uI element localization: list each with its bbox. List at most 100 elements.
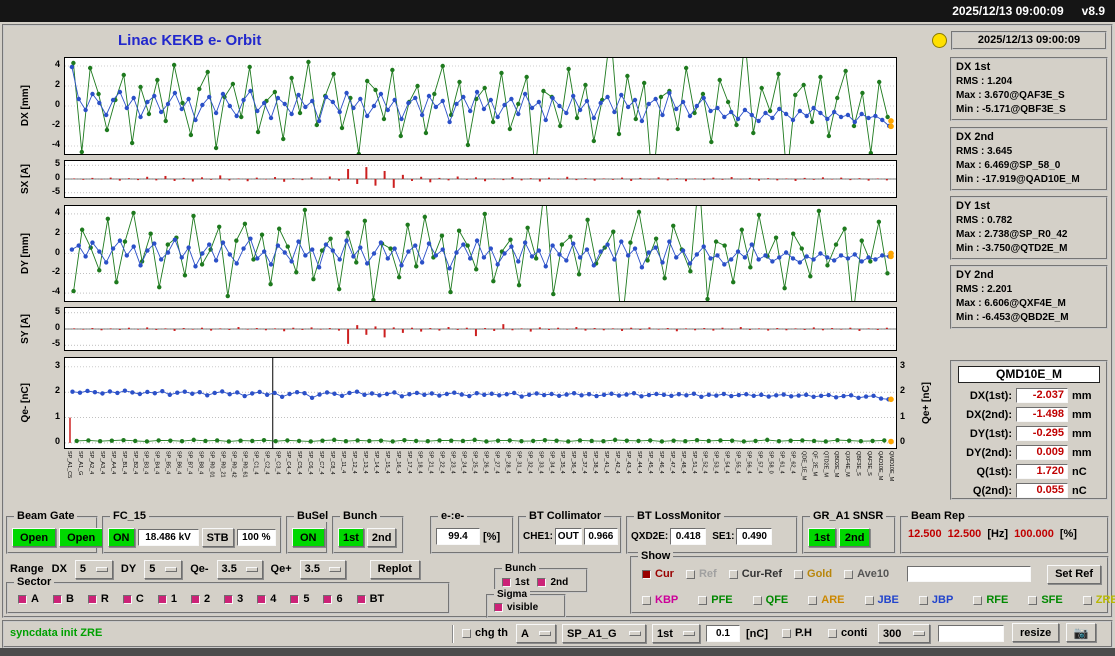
- sector-checkbox-r[interactable]: R: [87, 593, 109, 605]
- bt-collimator-title: BT Collimator: [526, 510, 605, 522]
- y-tick-label: -5: [51, 185, 60, 196]
- axis-label-sx: SX [A]: [12, 160, 38, 198]
- show-checkbox-cur-ref[interactable]: Cur-Ref: [728, 568, 782, 580]
- threshold-input[interactable]: 0.1: [706, 625, 740, 642]
- sector-checkbox-3[interactable]: 3: [224, 593, 243, 605]
- bpm-name-label: SP_R0_42: [230, 451, 237, 478]
- range-row: Range DX 5 DY 5 Qe- 3.5 Qe+ 3.5 Replot: [10, 558, 420, 580]
- sector-checkbox-bt[interactable]: BT: [356, 593, 384, 605]
- fc15-on-button[interactable]: ON: [108, 528, 135, 547]
- sector-checkbox-4[interactable]: 4: [257, 593, 276, 605]
- bunch-2nd-button[interactable]: 2nd: [366, 528, 397, 547]
- monitor-name[interactable]: QMD10E_M: [958, 366, 1100, 383]
- stat-line: Min : -5.171@QBF3E_S: [956, 104, 1066, 115]
- beam-gate-open-button-1[interactable]: Open: [12, 528, 57, 547]
- range-dx-select[interactable]: 5: [74, 559, 113, 579]
- fc15-group: FC_15 ON 18.486 kV STB 100 %: [102, 510, 282, 554]
- camera-button[interactable]: 📷: [1066, 623, 1096, 642]
- range-dy-label: DY: [120, 563, 137, 575]
- sector-checkbox-a[interactable]: A: [18, 593, 39, 605]
- chart-sy[interactable]: [64, 307, 897, 351]
- show-checkbox-qfe[interactable]: QFE: [752, 594, 788, 606]
- show-checkbox-ave10[interactable]: Ave10: [844, 568, 889, 580]
- bpm-name-label: QXF4E_M: [844, 451, 851, 477]
- axis-label-text: Qe+ [nC]: [920, 382, 932, 424]
- checkbox-square: [190, 594, 200, 604]
- stat-box-dy-2nd: DY 2nd RMS : 2.201 Max : 6.606@QXF4E_M Min …: [950, 265, 1108, 329]
- chg-th-label: chg th: [475, 627, 508, 639]
- ref-name-input[interactable]: [907, 566, 1032, 582]
- interval-select[interactable]: 300: [878, 624, 930, 643]
- y-tick-label: 5: [54, 305, 60, 316]
- stat-box-dx-1st: DX 1st RMS : 1.204 Max : 3.670@QAF3E_S Min …: [950, 57, 1108, 121]
- fc15-title: FC_15: [110, 510, 150, 522]
- bt-lossmonitor-group: BT LossMonitor QXD2E: 0.418 SE1: 0.490: [626, 510, 798, 554]
- bpm-name-label: SP_23_4: [449, 451, 456, 474]
- gr-1st-button[interactable]: 1st: [808, 528, 836, 547]
- checkbox-label: 1: [170, 593, 177, 605]
- chart-sx[interactable]: [64, 160, 897, 198]
- resize-button[interactable]: resize: [1012, 623, 1060, 642]
- show-checkbox-are[interactable]: ARE: [808, 594, 845, 606]
- conti-checkbox[interactable]: conti: [828, 627, 867, 639]
- y-tick-label: 2: [54, 79, 60, 89]
- show-checkbox-pfe[interactable]: PFE: [698, 594, 733, 606]
- checkbox-label: ZRE: [1095, 594, 1115, 606]
- chg-th-checkbox[interactable]: chg th: [462, 627, 508, 639]
- beam-rep-title: Beam Rep: [908, 510, 968, 522]
- bpm-name-label: SP_17_4: [405, 451, 412, 474]
- status-led-icon: [932, 33, 947, 48]
- bpm-name-label: SP_B5_4: [164, 451, 171, 475]
- bpm-name-label: SP_B6_4: [175, 451, 182, 475]
- set-ref-button[interactable]: Set Ref: [1047, 564, 1101, 584]
- show-checkbox-sfe[interactable]: SFE: [1028, 594, 1063, 606]
- show-checkbox-jbp[interactable]: JBP: [918, 594, 953, 606]
- chart-dx[interactable]: [64, 57, 897, 155]
- bunch-sel-select[interactable]: 1st: [652, 624, 700, 643]
- beam-rep-value-3: 100.000: [1014, 528, 1054, 540]
- sigma-visible-checkbox[interactable]: visible: [494, 602, 538, 613]
- checkbox-square: [782, 628, 791, 638]
- range-dy-select[interactable]: 5: [144, 559, 183, 579]
- show-checkbox-zre[interactable]: ZRE: [1082, 594, 1115, 606]
- chart-q[interactable]: [64, 357, 897, 449]
- show-checkbox-jbe[interactable]: JBE: [864, 594, 899, 606]
- beam-gate-open-button-2[interactable]: Open: [59, 528, 104, 547]
- sector-checkbox-5[interactable]: 5: [290, 593, 309, 605]
- bunch-title: Bunch: [340, 510, 381, 522]
- sector-checkbox-1[interactable]: 1: [157, 593, 177, 605]
- range-qm-select[interactable]: 3.5: [216, 559, 263, 579]
- ph-label: P.H: [795, 627, 812, 639]
- bpm-name-label: SP_37_4: [581, 451, 588, 474]
- sector-checkbox-c[interactable]: C: [122, 593, 144, 605]
- busel-on-button[interactable]: ON: [292, 528, 325, 547]
- axis-label-dx: DX [mm]: [12, 57, 38, 155]
- checkbox-square: [794, 569, 804, 579]
- bunch-checkbox-2nd[interactable]: 2nd: [537, 577, 568, 588]
- bpm-name-label: SP_13_4: [361, 451, 368, 474]
- sector-checkbox-6[interactable]: 6: [323, 593, 343, 605]
- aux-input[interactable]: [938, 625, 1004, 642]
- fc15-stb-button[interactable]: STB: [201, 528, 234, 547]
- gr-2nd-button[interactable]: 2nd: [838, 528, 871, 547]
- ph-checkbox[interactable]: P.H: [782, 627, 812, 639]
- chart-dy[interactable]: [64, 205, 897, 302]
- show-checkbox-cur[interactable]: Cur: [642, 568, 674, 580]
- bunch-checkbox-1st[interactable]: 1st: [502, 577, 529, 588]
- option-indicator-icon: [683, 631, 695, 636]
- show-checkbox-kbp[interactable]: KBP: [642, 594, 678, 606]
- bpm-name-label: SP_21_4: [427, 451, 434, 474]
- sector-checkbox-b[interactable]: B: [52, 593, 74, 605]
- checkbox-square: [973, 595, 983, 605]
- monitor-select[interactable]: SP_A1_G: [562, 624, 646, 643]
- range-qp-select[interactable]: 3.5: [299, 559, 346, 579]
- show-checkbox-ref[interactable]: Ref: [685, 568, 717, 580]
- show-checkbox-gold[interactable]: Gold: [794, 568, 832, 580]
- checkbox-label: visible: [507, 602, 539, 613]
- sector-select[interactable]: A: [516, 624, 556, 643]
- sector-checkbox-2[interactable]: 2: [190, 593, 210, 605]
- stat-title: DX 1st: [956, 61, 991, 73]
- bunch-1st-button[interactable]: 1st: [338, 528, 364, 547]
- show-checkbox-rfe[interactable]: RFE: [973, 594, 1008, 606]
- replot-button[interactable]: Replot: [369, 559, 420, 579]
